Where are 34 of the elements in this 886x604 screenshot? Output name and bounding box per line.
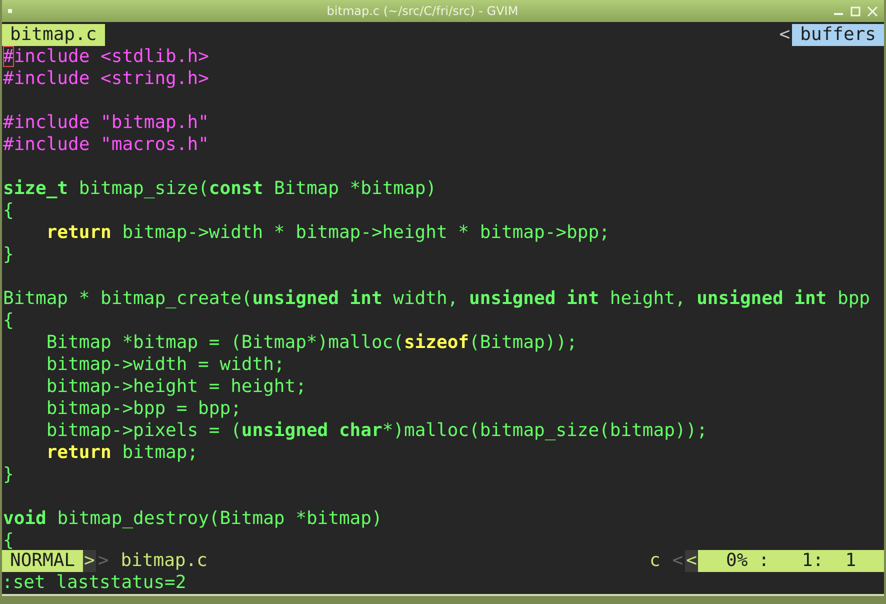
code-line: #include "macros.h" (3, 134, 210, 156)
command-line: :set laststatus=2 (2, 572, 188, 594)
mode-indicator: NORMAL (2, 550, 84, 572)
code-line: void bitmap_destroy(Bitmap *bitmap) (3, 508, 384, 530)
code-line: } (3, 244, 15, 266)
cursor-position: 0% : 1: 1 (698, 550, 884, 572)
file-tab[interactable]: bitmap.c (2, 24, 105, 46)
code-line: { (3, 200, 15, 222)
code-line: bitmap->width = width; (45, 354, 286, 376)
status-filename: bitmap.c (120, 550, 208, 572)
code-line: bitmap->bpp = bpp; (45, 398, 242, 420)
code-line: #include <stdlib.h> (3, 46, 210, 68)
window-title: bitmap.c (~/src/C/fri/src) - GVIM (326, 4, 520, 18)
code-line: { (3, 310, 15, 332)
buffers-label[interactable]: buffers (792, 24, 884, 46)
code-line: #include "bitmap.h" (3, 112, 210, 134)
separator-glyph: < (685, 550, 698, 572)
separator-glyph: < (778, 24, 792, 46)
close-icon[interactable] (867, 6, 878, 16)
code-line: size_t bitmap_size(const Bitmap *bitmap) (3, 178, 438, 200)
status-filetype: c (649, 550, 662, 572)
code-line: { (3, 530, 15, 550)
code-line: Bitmap *bitmap = (Bitmap*)malloc(sizeof(Bitmap)); (45, 332, 578, 354)
separator-glyph: > (96, 550, 110, 572)
code-line: } (3, 464, 15, 486)
code-line: return bitmap; (45, 442, 200, 464)
separator-glyph: < (671, 550, 684, 572)
code-line: return bitmap->width * bitmap->height * bitmap->bpp; (45, 222, 611, 244)
code-line: #include <string.h> (3, 68, 210, 90)
maximize-icon[interactable] (850, 6, 861, 16)
code-line: bitmap->height = height; (45, 376, 308, 398)
separator-glyph: > (83, 550, 96, 572)
code-line: Bitmap * bitmap_create(unsigned int width, unsigned int height, unsigned int bpp (3, 288, 871, 310)
code-line: bitmap->pixels = (unsigned char*)malloc(bitmap_size(bitmap)); (45, 420, 708, 442)
